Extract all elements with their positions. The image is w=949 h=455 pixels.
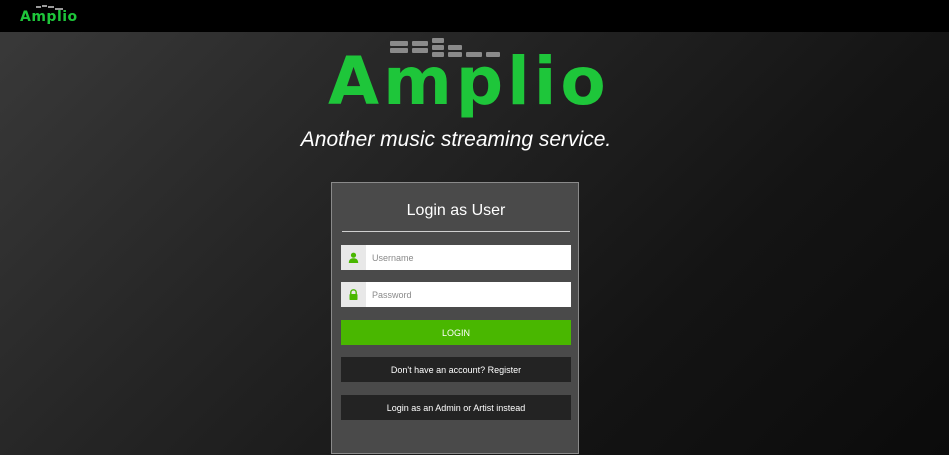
tagline: Another music streaming service.	[300, 128, 612, 151]
brand-logo-small[interactable]: Amplio	[20, 5, 77, 26]
brand-name: Amplio	[20, 9, 78, 25]
username-field	[341, 245, 571, 270]
admin-artist-login-button[interactable]: Login as an Admin or Artist instead	[341, 395, 571, 420]
username-input[interactable]	[366, 245, 571, 270]
login-title: Login as User	[406, 202, 506, 219]
register-button[interactable]: Don't have an account? Register	[341, 357, 571, 382]
login-panel: Login as User LOGIN Don't have an accoun…	[331, 182, 579, 454]
top-navbar: Amplio	[0, 0, 949, 32]
password-field	[341, 282, 571, 307]
lock-icon	[341, 282, 366, 307]
password-input[interactable]	[366, 282, 571, 307]
hero-logo: Amplio	[328, 38, 606, 120]
title-divider	[342, 231, 570, 232]
login-button[interactable]: LOGIN	[341, 320, 571, 345]
hero-logo-text: Amplio	[328, 43, 610, 120]
user-icon	[341, 245, 366, 270]
